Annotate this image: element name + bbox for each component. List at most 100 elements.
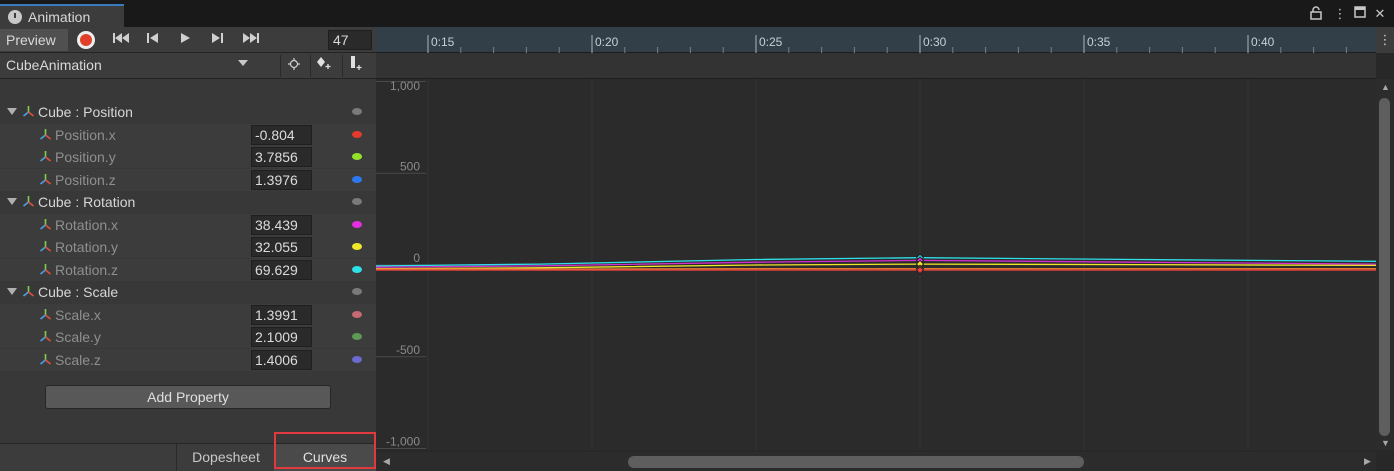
property-row[interactable]: Scale.y 2.1009 — [0, 326, 376, 348]
property-value-field[interactable]: 69.629 — [251, 259, 312, 280]
property-row[interactable]: Scale.z 1.4006 — [0, 348, 376, 371]
transform-icon — [40, 263, 51, 275]
current-frame-field[interactable]: 47 — [328, 30, 372, 50]
property-label: Scale.z — [55, 351, 101, 368]
property-value-field[interactable]: 3.7856 — [251, 147, 312, 167]
property-group-row[interactable]: Cube : Scale — [0, 281, 376, 303]
curve-color-dot[interactable] — [352, 310, 362, 318]
transform-icon — [40, 241, 51, 252]
clip-dropdown[interactable]: CubeAnimation — [6, 57, 102, 73]
property-label: Scale.x — [55, 306, 101, 323]
property-row[interactable]: Scale.x 1.3991 — [0, 303, 376, 326]
transform-icon — [40, 308, 51, 320]
scroll-up-icon[interactable]: ▲ — [1381, 82, 1390, 92]
animation-window-tab[interactable]: Animation — [0, 4, 124, 27]
next-keyframe-button[interactable] — [206, 30, 228, 50]
y-axis-label: -500 — [396, 343, 420, 357]
filter-by-selection-icon[interactable] — [280, 55, 307, 77]
property-value-field[interactable]: 1.3991 — [251, 304, 312, 325]
first-keyframe-button[interactable] — [110, 30, 132, 50]
property-group-row[interactable]: Cube : Position — [0, 101, 376, 123]
property-label: Rotation.z — [55, 261, 119, 278]
lock-icon[interactable] — [1308, 6, 1324, 22]
property-row[interactable]: Position.y 3.7856 — [0, 146, 376, 168]
curve-color-dot[interactable] — [352, 175, 362, 183]
record-button[interactable] — [77, 31, 95, 49]
add-keyframe-icon[interactable] — [310, 55, 337, 77]
property-group-row[interactable]: Cube : Rotation — [0, 191, 376, 213]
property-label: Rotation.y — [55, 239, 119, 255]
ruler-more-icon[interactable]: ⋮ — [1376, 27, 1394, 53]
foldout-arrow-icon[interactable] — [7, 288, 17, 295]
close-icon[interactable]: ✕ — [1372, 6, 1388, 22]
property-row[interactable]: Position.z 1.3976 — [0, 168, 376, 191]
transform-icon — [40, 128, 51, 140]
transform-icon — [40, 218, 51, 230]
transform-icon — [40, 331, 51, 342]
ruler-tick-label: 0:15 — [431, 35, 455, 49]
curve-color-dot[interactable] — [352, 355, 362, 363]
time-ruler-ticks: 0:15 0:20 0:25 0:30 0:35 0:40 — [427, 35, 1347, 53]
window-title-bar — [0, 0, 1394, 27]
property-value-field[interactable]: 38.439 — [251, 214, 312, 235]
tab-dopesheet[interactable]: Dopesheet — [176, 444, 275, 471]
property-row[interactable]: Rotation.x 38.439 — [0, 213, 376, 236]
transform-icon — [23, 286, 34, 297]
property-label: Position.x — [55, 126, 116, 143]
curve-color-dot[interactable] — [352, 220, 362, 228]
more-options-icon[interactable]: ⋮ — [1332, 6, 1348, 22]
curve-color-dot[interactable] — [352, 333, 362, 340]
last-keyframe-button[interactable] — [240, 30, 262, 50]
foldout-arrow-icon[interactable] — [7, 108, 17, 115]
add-property-button[interactable]: Add Property — [45, 385, 331, 409]
property-value-field[interactable]: 1.3976 — [251, 169, 312, 190]
chevron-down-icon[interactable] — [238, 60, 248, 66]
property-value-field[interactable]: -0.804 — [251, 124, 312, 145]
curve-color-dot[interactable] — [352, 265, 362, 273]
window-tab-label: Animation — [28, 8, 91, 25]
foldout-arrow-icon[interactable] — [7, 198, 17, 205]
horizontal-scroll-thumb[interactable] — [628, 456, 1084, 468]
property-label: Position.y — [55, 149, 116, 165]
property-row[interactable]: Position.x -0.804 — [0, 123, 376, 146]
previous-keyframe-button[interactable] — [142, 30, 164, 50]
curve-color-dot[interactable] — [352, 243, 362, 250]
property-row[interactable]: Rotation.y 32.055 — [0, 236, 376, 258]
ruler-tick-label: 0:20 — [595, 35, 619, 49]
property-label: Position.z — [55, 171, 116, 188]
transform-icon — [23, 196, 34, 207]
curve-color-dot[interactable] — [352, 288, 362, 295]
scroll-down-icon[interactable]: ▼ — [1381, 438, 1390, 448]
curve-color-dot[interactable] — [352, 198, 362, 205]
property-label: Rotation.x — [55, 216, 119, 233]
add-event-icon[interactable] — [342, 55, 369, 77]
y-axis-label: 0 — [413, 251, 420, 265]
ruler-tick-label: 0:35 — [1087, 35, 1111, 49]
y-axis-label: -1,000 — [386, 435, 420, 449]
event-bar[interactable] — [376, 53, 1376, 79]
property-value-field[interactable]: 2.1009 — [251, 327, 312, 347]
y-axis-label: 1,000 — [390, 79, 420, 93]
transform-icon — [40, 151, 51, 162]
maximize-icon[interactable] — [1352, 6, 1368, 22]
ruler-tick-label: 0:30 — [923, 35, 947, 49]
curve-color-dot[interactable] — [352, 153, 362, 160]
transform-icon — [23, 106, 34, 117]
vertical-scroll-thumb[interactable] — [1379, 98, 1390, 436]
preview-button[interactable]: Preview — [0, 29, 68, 51]
clock-icon — [8, 9, 22, 24]
property-row[interactable]: Rotation.z 69.629 — [0, 258, 376, 281]
scroll-left-icon[interactable]: ◀ — [383, 456, 390, 467]
curve-color-dot[interactable] — [352, 130, 362, 138]
property-value-field[interactable]: 32.055 — [251, 237, 312, 257]
property-group-label: Cube : Position — [38, 104, 133, 120]
play-button[interactable] — [174, 30, 196, 50]
highlight-box — [274, 432, 376, 469]
ruler-tick-label: 0:40 — [1251, 35, 1275, 49]
property-value-field[interactable]: 1.4006 — [251, 349, 312, 370]
scroll-right-icon[interactable]: ▶ — [1364, 456, 1371, 467]
transform-icon — [40, 173, 51, 185]
property-label: Scale.y — [55, 329, 101, 345]
property-group-label: Cube : Rotation — [38, 194, 136, 210]
curve-color-dot[interactable] — [352, 108, 362, 115]
